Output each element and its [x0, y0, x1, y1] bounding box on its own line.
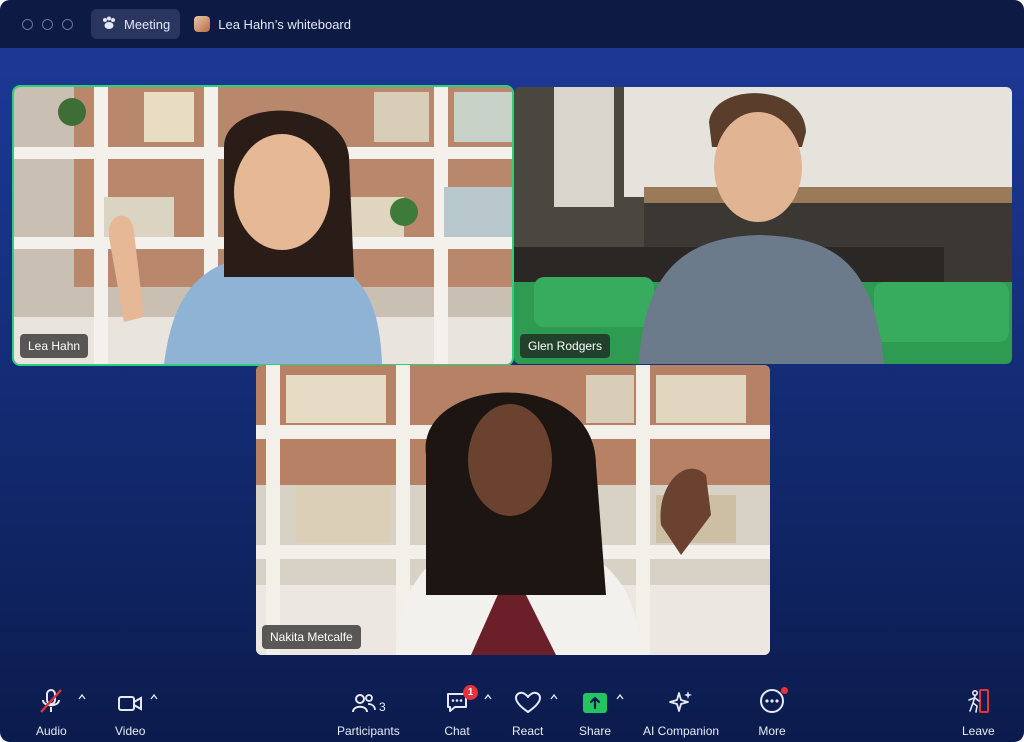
minimize-window-button[interactable] — [42, 18, 53, 30]
participants-count: 3 — [379, 700, 386, 714]
tab-whiteboard-label: Lea Hahn’s whiteboard — [218, 16, 351, 32]
video-tile-glen-rodgers[interactable]: Glen Rodgers — [514, 87, 1012, 364]
react-label: React — [512, 724, 544, 738]
video-tile-lea-hahn[interactable]: Lea Hahn — [14, 87, 512, 364]
video-label: Video — [115, 724, 146, 738]
video-camera-icon — [116, 691, 144, 718]
tab-meeting[interactable]: Meeting — [91, 9, 181, 39]
more-notification-dot — [781, 687, 788, 694]
participants-label: Participants — [337, 724, 400, 738]
ai-companion-label: AI Companion — [643, 724, 720, 738]
tab-meeting-label: Meeting — [124, 16, 171, 32]
participant-name-tag: Lea Hahn — [20, 334, 89, 358]
audio-label: Audio — [36, 724, 67, 738]
window-controls — [22, 18, 73, 30]
whiteboard-avatar — [194, 16, 211, 32]
video-tile-nakita-metcalfe[interactable]: Nakita Metcalfe — [256, 365, 770, 655]
more-ellipsis-icon — [758, 687, 788, 718]
microphone-muted-icon — [38, 687, 64, 718]
react-options-chevron-icon[interactable] — [550, 694, 558, 700]
participants-icon — [351, 691, 377, 718]
share-options-chevron-icon[interactable] — [616, 694, 624, 700]
heart-icon — [514, 691, 542, 718]
meeting-window: Meeting Lea Hahn’s whiteboard Lea Hahn G… — [0, 0, 1024, 742]
maximize-window-button[interactable] — [62, 18, 73, 30]
chat-options-chevron-icon[interactable] — [484, 694, 492, 700]
chat-bubble-icon: 1 — [444, 685, 478, 718]
share-label: Share — [579, 724, 612, 738]
share-button[interactable]: Share — [579, 688, 624, 738]
leave-exit-icon — [965, 687, 991, 718]
chat-button[interactable]: 1 Chat — [444, 685, 492, 738]
tab-whiteboard[interactable]: Lea Hahn’s whiteboard — [194, 16, 351, 32]
chat-unread-badge: 1 — [463, 685, 478, 700]
audio-button[interactable]: Audio — [36, 687, 86, 738]
ai-companion-button[interactable]: AI Companion — [643, 688, 719, 738]
leave-button[interactable]: Leave — [962, 688, 995, 738]
video-feed-glen-rodgers — [514, 87, 1012, 364]
participant-name-tag: Nakita Metcalfe — [262, 625, 361, 649]
meeting-toolbar: Audio Video 3 Participants 1 Chat React … — [0, 678, 1024, 742]
participants-button[interactable]: 3 Participants — [337, 688, 400, 738]
more-label: More — [758, 724, 786, 738]
chat-label: Chat — [444, 724, 470, 738]
share-screen-icon — [582, 691, 608, 718]
title-bar: Meeting Lea Hahn’s whiteboard — [0, 0, 1024, 48]
leave-label: Leave — [962, 724, 995, 738]
close-window-button[interactable] — [22, 18, 33, 30]
video-options-chevron-icon[interactable] — [150, 694, 158, 700]
video-feed-nakita-metcalfe — [256, 365, 770, 655]
video-button[interactable]: Video — [115, 688, 158, 738]
video-feed-lea-hahn — [14, 87, 512, 364]
audio-options-chevron-icon[interactable] — [78, 694, 86, 700]
react-button[interactable]: React — [512, 688, 558, 738]
sparkle-icon — [667, 689, 695, 718]
more-button[interactable]: More — [758, 687, 788, 738]
participant-name-tag: Glen Rodgers — [520, 334, 611, 358]
meeting-paw-icon — [101, 16, 117, 33]
